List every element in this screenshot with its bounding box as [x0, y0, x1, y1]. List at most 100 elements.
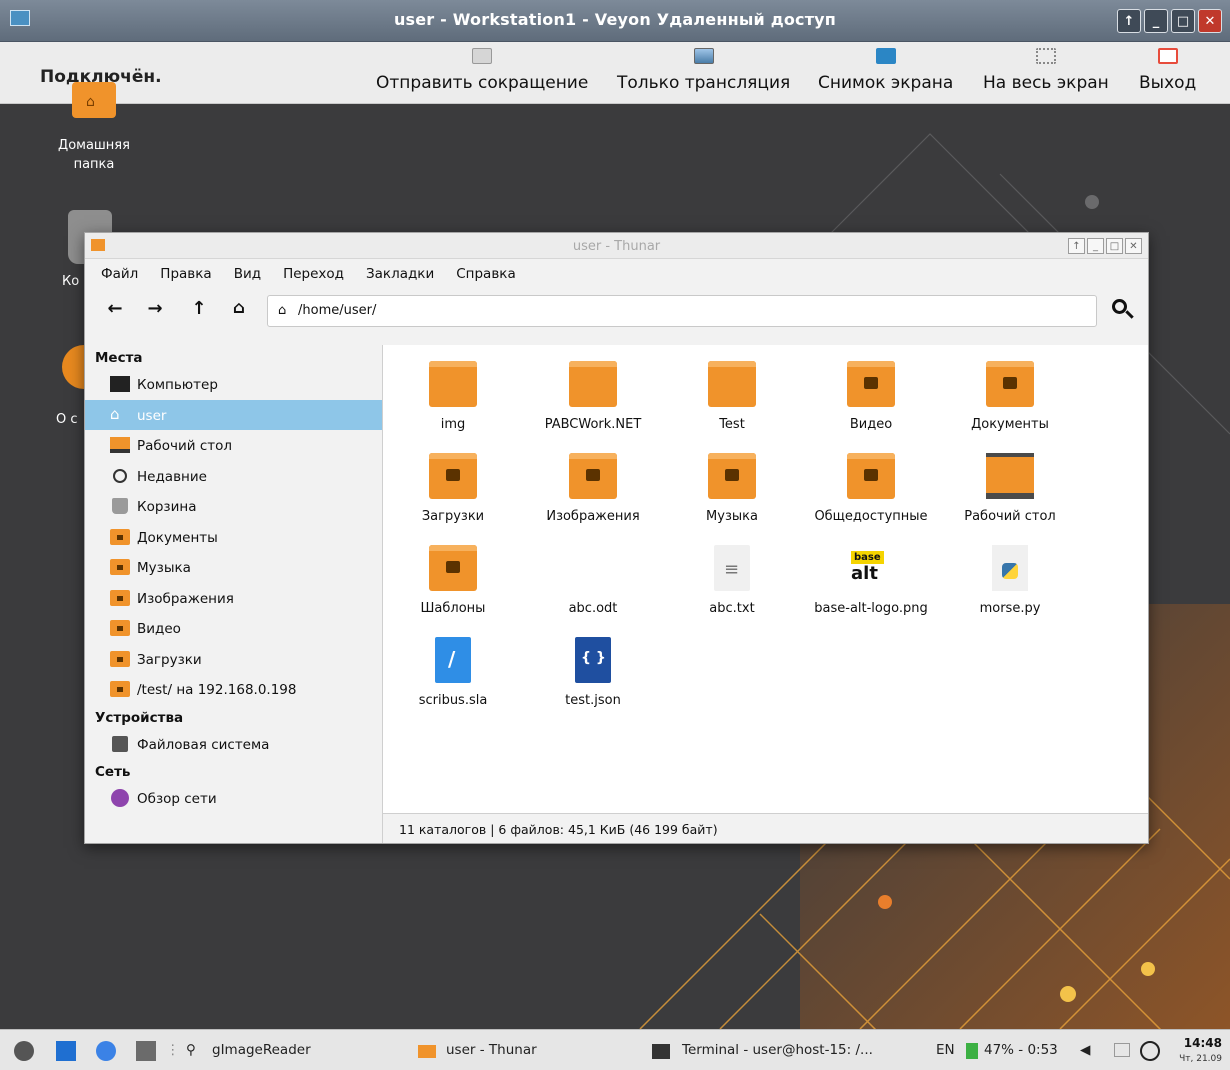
sidebar-item-trash[interactable]: Корзина [85, 491, 382, 522]
sidebar-item-label: Музыка [137, 560, 191, 576]
sidebar-item-pictures[interactable]: Изображения [85, 583, 382, 614]
file-item-videos[interactable]: Видео [803, 361, 939, 432]
home-button[interactable]: ⌂ [227, 298, 251, 322]
location-bar[interactable]: ⌂ /home/user/ [267, 295, 1097, 327]
file-manager-icon[interactable] [136, 1041, 156, 1061]
file-label: scribus.sla [418, 693, 488, 708]
file-item-test-json[interactable]: test.json [525, 637, 661, 708]
start-menu-icon[interactable] [14, 1041, 34, 1061]
file-label: Рабочий стол [964, 509, 1056, 524]
sidebar-item-user[interactable]: ⌂ user [85, 399, 382, 430]
file-item-documents[interactable]: Документы [942, 361, 1078, 432]
menu-help[interactable]: Справка [456, 266, 515, 282]
menu-bookmarks[interactable]: Закладки [366, 266, 434, 282]
thunar-maximize-button[interactable]: □ [1106, 238, 1123, 254]
exit-button[interactable]: Выход [1139, 48, 1196, 93]
thunar-keep-above-button[interactable]: ↑ [1068, 238, 1085, 254]
trash-label[interactable]: Ко [62, 274, 79, 289]
sidebar-item-browse-network[interactable]: Обзор сети [85, 783, 382, 814]
image-thumbnail-icon: base alt [847, 545, 895, 591]
taskbar-app-thunar[interactable]: user - Thunar [446, 1042, 537, 1058]
home-folder-icon[interactable] [72, 82, 116, 118]
sidebar-item-label: Обзор сети [137, 791, 217, 807]
veyon-titlebar: user - Workstation1 - Veyon Удаленный до… [0, 0, 1230, 42]
file-item-pabcwork[interactable]: PABCWork.NET [525, 361, 661, 432]
sidebar-item-music[interactable]: Музыка [85, 552, 382, 583]
menu-file[interactable]: Файл [101, 266, 138, 282]
file-item-morse-py[interactable]: morse.py [942, 545, 1078, 616]
fullscreen-button[interactable]: На весь экран [983, 48, 1109, 93]
file-item-desktop[interactable]: Рабочий стол [942, 453, 1078, 524]
file-item-pictures[interactable]: Изображения [525, 453, 661, 524]
home-folder-label[interactable]: Домашняя папка [44, 136, 144, 174]
file-item-test[interactable]: Test [664, 361, 800, 432]
clock-date[interactable]: Чт, 21.09 [1179, 1054, 1222, 1064]
file-item-public[interactable]: Общедоступные [803, 453, 939, 524]
browser-icon[interactable] [96, 1041, 116, 1061]
menu-go[interactable]: Переход [283, 266, 344, 282]
sidebar-item-computer[interactable]: Компьютер [85, 369, 382, 400]
forward-button[interactable]: → [143, 298, 167, 322]
sidebar-item-label: Загрузки [137, 651, 202, 668]
close-button[interactable]: ✕ [1198, 9, 1222, 33]
thunar-title: user - Thunar [572, 239, 661, 254]
sidebar-item-recent[interactable]: Недавние [85, 461, 382, 492]
keep-above-button[interactable]: ↑ [1117, 9, 1141, 33]
sidebar-item-filesystem[interactable]: Файловая система [85, 729, 382, 760]
clock-time[interactable]: 14:48 [1184, 1036, 1222, 1050]
sidebar-item-videos[interactable]: Видео [85, 613, 382, 644]
file-item-abc-odt[interactable]: abc.odt [525, 545, 661, 616]
minimize-button[interactable]: _ [1144, 9, 1168, 33]
back-button[interactable]: ← [103, 298, 127, 322]
menu-view[interactable]: Вид [234, 266, 261, 282]
sidebar-item-label: Рабочий стол [137, 438, 232, 454]
folder-icon [429, 361, 477, 407]
terminal-icon [652, 1044, 670, 1059]
fullscreen-icon [1035, 48, 1056, 64]
thunar-close-button[interactable]: ✕ [1125, 238, 1142, 254]
file-item-scribus-sla[interactable]: scribus.sla [385, 637, 521, 708]
exit-icon [1157, 48, 1178, 64]
sidebar-item-documents[interactable]: Документы [85, 522, 382, 553]
folder-public-icon [847, 453, 895, 499]
folder-pictures-icon [110, 589, 130, 606]
send-shortcut-button[interactable]: Отправить сокращение [376, 48, 588, 93]
view-only-button[interactable]: Только трансляция [617, 48, 790, 93]
thunar-titlebar: user - Thunar ↑ _ □ ✕ [85, 233, 1148, 259]
show-desktop-icon[interactable] [56, 1041, 76, 1061]
file-item-abc-txt[interactable]: abc.txt [664, 545, 800, 616]
screenshot-button[interactable]: Снимок экрана [818, 48, 953, 93]
folder-templates-icon [429, 545, 477, 591]
folder-icon [708, 361, 756, 407]
folder-remote-icon [110, 681, 130, 697]
menu-edit[interactable]: Правка [160, 266, 211, 282]
file-item-logo-png[interactable]: base alt base-alt-logo.png [803, 545, 939, 616]
network-status-icon[interactable] [1140, 1041, 1160, 1061]
file-label: test.json [565, 693, 621, 708]
monitor-icon [693, 48, 714, 64]
volume-icon[interactable]: ◀ [1080, 1042, 1090, 1058]
places-header: Места [95, 350, 143, 366]
taskbar-app-terminal[interactable]: Terminal - user@host-15: /... [682, 1042, 873, 1058]
sidebar-item-desktop[interactable]: Рабочий стол [85, 430, 382, 461]
thunar-minimize-button[interactable]: _ [1087, 238, 1104, 254]
search-button[interactable] [1110, 297, 1136, 323]
keyboard-layout[interactable]: EN [936, 1042, 955, 1058]
battery-status[interactable]: 47% - 0:53 [984, 1042, 1058, 1058]
file-item-music[interactable]: Музыка [664, 453, 800, 524]
file-item-img[interactable]: img [385, 361, 521, 432]
sidebar-item-network-share[interactable]: /test/ на 192.168.0.198 [85, 674, 382, 705]
file-item-templates[interactable]: Шаблоны [385, 545, 521, 616]
file-label: Test [719, 417, 745, 432]
json-file-icon [575, 637, 611, 683]
up-button[interactable]: ↑ [187, 298, 211, 322]
notification-icon[interactable] [1114, 1043, 1130, 1057]
file-item-downloads[interactable]: Загрузки [385, 453, 521, 524]
sidebar-item-downloads[interactable]: Загрузки [85, 644, 382, 675]
about-system-label[interactable]: О с [56, 412, 78, 427]
home-icon: ⌂ [110, 404, 120, 423]
maximize-button[interactable]: □ [1171, 9, 1195, 33]
taskbar-app-gimagereader[interactable]: gImageReader [212, 1042, 311, 1058]
folder-downloads-icon [110, 650, 130, 667]
file-label: base-alt-logo.png [814, 601, 928, 616]
